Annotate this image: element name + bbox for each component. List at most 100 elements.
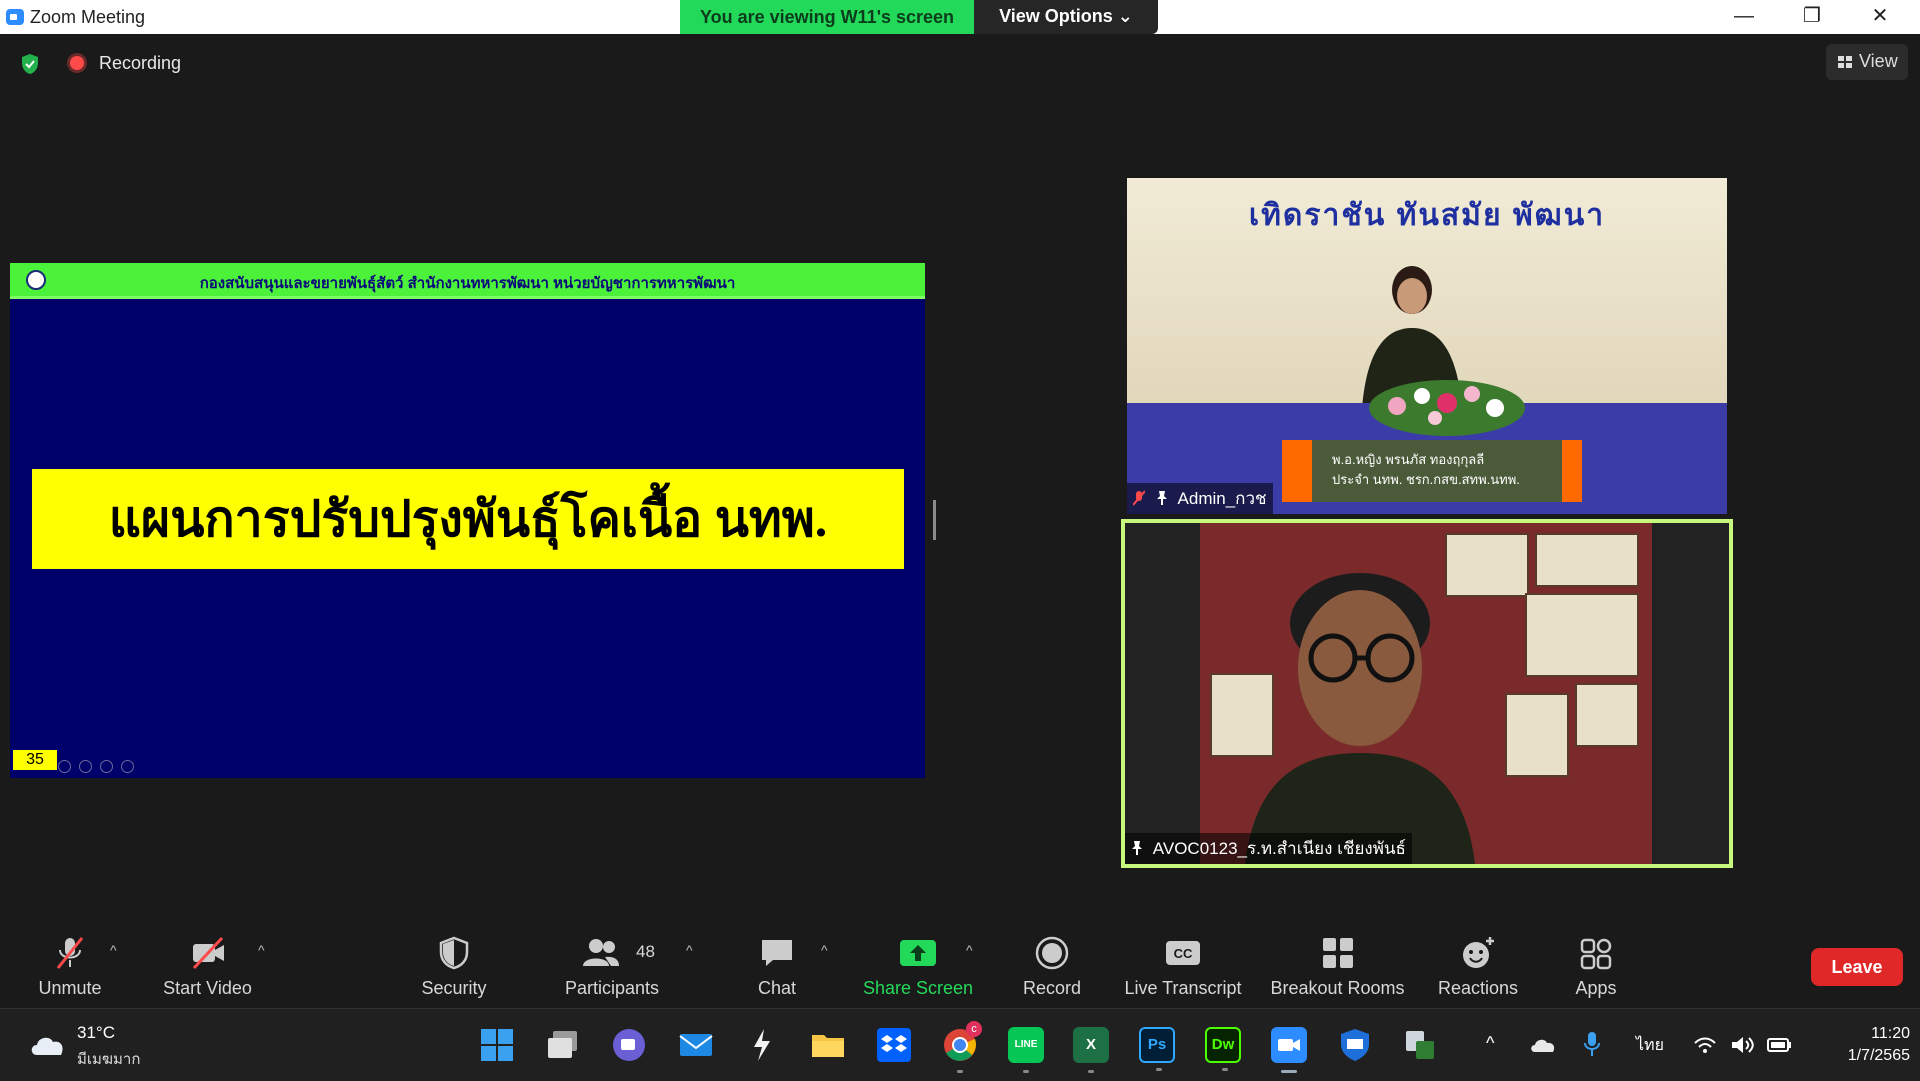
shield-icon — [439, 936, 469, 970]
closed-caption-icon: CC — [1166, 941, 1200, 965]
line-icon[interactable]: LINE — [1008, 1027, 1044, 1073]
excel-icon[interactable]: X — [1073, 1027, 1109, 1073]
live-transcript-button[interactable]: CC Live Transcript — [1118, 920, 1248, 1008]
view-button[interactable]: View — [1826, 44, 1908, 80]
clock-date: 1/7/2565 — [1847, 1047, 1910, 1064]
unmute-button[interactable]: Unmute — [20, 920, 120, 1008]
cursor-app-icon[interactable] — [744, 1027, 780, 1063]
photoshop-icon[interactable]: Ps — [1139, 1027, 1175, 1071]
muted-mic-icon — [56, 937, 84, 969]
chat-label: Chat — [757, 978, 797, 998]
breakout-rooms-button[interactable]: Breakout Rooms — [1265, 920, 1410, 1008]
slide-header-text: กองสนับสนุนและขยายพันธุ์สัตว์ สำนักงานทห… — [199, 275, 736, 292]
windows-taskbar: 31°C มีเมฆมาก c LINE X Ps Dw ^ ไทย 11:20… — [0, 1008, 1920, 1081]
live-transcript-label: Live Transcript — [1124, 978, 1242, 998]
chat-options-caret[interactable]: ^ — [821, 942, 828, 958]
reactions-label: Reactions — [1437, 978, 1519, 998]
title-bar: Zoom Meeting You are viewing W11's scree… — [0, 0, 1920, 34]
slide-page-number: 35 — [13, 750, 57, 770]
minimize-button[interactable]: — — [1710, 0, 1778, 34]
video-tile-admin[interactable]: เทิดราชัน ทันสมัย พัฒนา พ.อ.หญิง พรนภัส … — [1127, 178, 1727, 514]
restore-button[interactable]: ❐ — [1778, 0, 1846, 34]
recording-dot-icon — [70, 56, 84, 70]
reactions-button[interactable]: Reactions — [1428, 920, 1528, 1008]
security-shield-icon[interactable] — [1337, 1027, 1373, 1063]
nameplate: พ.อ.หญิง พรนภัส ทองฤกุลลี ประจำ นทพ. ชรก… — [1282, 440, 1582, 502]
more-icon[interactable] — [121, 760, 134, 773]
close-button[interactable]: ✕ — [1846, 0, 1914, 34]
chat-button[interactable]: Chat — [727, 920, 827, 1008]
encryption-shield-icon[interactable] — [20, 53, 40, 75]
participants-options-caret[interactable]: ^ — [686, 942, 693, 958]
record-label: Record — [1022, 978, 1082, 998]
recording-label[interactable]: Recording — [99, 53, 181, 74]
participants-button[interactable]: 48 Participants — [556, 920, 668, 1008]
dropbox-icon[interactable] — [876, 1027, 912, 1063]
teams-chat-icon[interactable] — [611, 1027, 647, 1063]
input-language-indicator[interactable]: ไทย — [1636, 1033, 1664, 1058]
security-button[interactable]: Security — [404, 920, 504, 1008]
participant-name: AVOC0123_ร.ท.สำเนียง เชียงพันธ์ — [1152, 839, 1406, 858]
file-explorer-icon[interactable] — [810, 1027, 846, 1063]
grid-view-icon — [1838, 56, 1852, 68]
battery-icon[interactable] — [1766, 1036, 1792, 1054]
participant-name-label: Admin_กวช — [1127, 483, 1273, 514]
share-screen-button[interactable]: Share Screen — [858, 920, 978, 1008]
system-clock[interactable]: 11:20 1/7/2565 — [1800, 1023, 1910, 1067]
viewing-screen-banner: You are viewing W11's screen — [680, 0, 974, 34]
start-video-button[interactable]: Start Video — [150, 920, 265, 1008]
cloud-weather-icon[interactable] — [28, 1031, 66, 1057]
video-off-icon — [192, 936, 224, 970]
mail-icon[interactable] — [678, 1027, 714, 1063]
zoom-icon[interactable] — [100, 760, 113, 773]
picture-frame — [1525, 593, 1639, 677]
unmute-label: Unmute — [38, 978, 102, 998]
nameplate-line-1: พ.อ.หญิง พรนภัส ทองฤกุลลี — [1332, 452, 1485, 467]
apps-label: Apps — [1575, 978, 1617, 998]
apps-button[interactable]: Apps — [1548, 920, 1644, 1008]
record-icon — [1035, 936, 1069, 970]
pen-icon[interactable] — [58, 760, 71, 773]
share-screen-label: Share Screen — [862, 978, 974, 998]
microphone-icon[interactable] — [1584, 1031, 1600, 1057]
participants-count: 48 — [636, 942, 655, 961]
start-icon[interactable] — [479, 1027, 515, 1063]
audio-options-caret[interactable]: ^ — [110, 942, 117, 958]
participant-name-label: AVOC0123_ร.ท.สำเนียง เชียงพันธ์ — [1125, 833, 1412, 864]
leave-button[interactable]: Leave — [1811, 948, 1903, 986]
panel-splitter-handle[interactable] — [933, 500, 936, 540]
view-options-button[interactable]: View Options ⌄ — [974, 0, 1158, 34]
video-options-caret[interactable]: ^ — [258, 942, 265, 958]
record-button[interactable]: Record — [1002, 920, 1102, 1008]
breakout-rooms-icon — [1322, 938, 1353, 968]
participants-label: Participants — [564, 978, 660, 998]
wifi-icon[interactable] — [1693, 1035, 1717, 1055]
security-label: Security — [421, 978, 487, 998]
picture-frame — [1535, 533, 1639, 587]
slide-header-bar: กองสนับสนุนและขยายพันธุ์สัตว์ สำนักงานทห… — [10, 263, 925, 299]
share-options-caret[interactable]: ^ — [966, 942, 973, 958]
zoom-icon[interactable] — [1271, 1027, 1307, 1073]
network-app-icon[interactable] — [1402, 1027, 1438, 1063]
onedrive-cloud-icon[interactable] — [1530, 1037, 1556, 1053]
picture-frame — [1575, 683, 1639, 747]
task-view-icon[interactable] — [545, 1027, 581, 1063]
reactions-smiley-icon — [1463, 937, 1494, 968]
video-tile-active-speaker[interactable]: AVOC0123_ร.ท.สำเนียง เชียงพันธ์ — [1121, 519, 1733, 868]
breakout-rooms-label: Breakout Rooms — [1270, 978, 1405, 998]
slide-controls[interactable] — [58, 760, 142, 774]
slides-icon[interactable] — [79, 760, 92, 773]
volume-icon[interactable] — [1730, 1035, 1756, 1055]
participant-name: Admin_กวช — [1177, 489, 1267, 508]
apps-icon — [1580, 938, 1612, 970]
muted-mic-icon — [1133, 490, 1145, 506]
zoom-camera-glyph-icon — [1278, 1039, 1300, 1051]
chrome-icon[interactable]: c — [942, 1021, 982, 1073]
weather-description[interactable]: มีเมฆมาก — [77, 1047, 140, 1071]
tray-overflow-chevron[interactable]: ^ — [1486, 1033, 1494, 1054]
weather-temperature[interactable]: 31°C — [77, 1023, 115, 1043]
flower-arrangement — [1369, 380, 1525, 436]
dreamweaver-icon[interactable]: Dw — [1205, 1027, 1241, 1071]
shared-screen-slide: กองสนับสนุนและขยายพันธุ์สัตว์ สำนักงานทห… — [10, 263, 925, 778]
banner-motto: เทิดราชัน ทันสมัย พัฒนา — [1248, 199, 1606, 232]
